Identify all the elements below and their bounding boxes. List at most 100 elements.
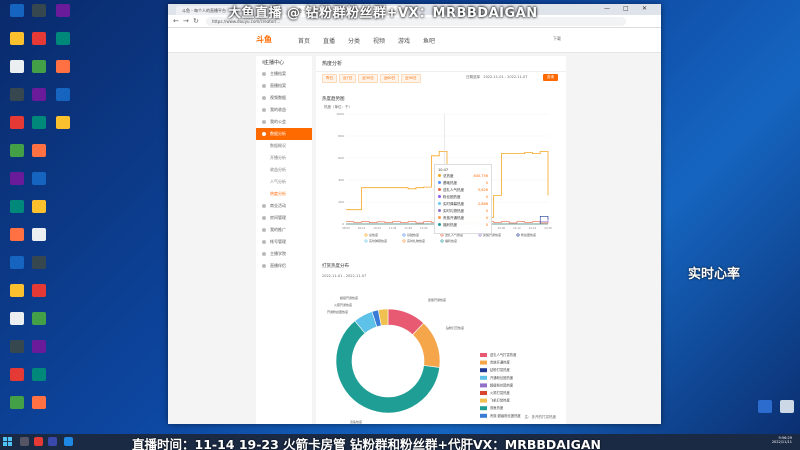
pie-legend-swatch — [480, 391, 487, 395]
app-icon — [10, 32, 24, 45]
search-icon[interactable] — [20, 437, 29, 446]
forward-icon[interactable]: → — [183, 17, 189, 25]
app-icon — [32, 172, 46, 185]
sidebar-item[interactable]: 我的推广 — [256, 224, 312, 236]
browser-taskbar-icon[interactable] — [64, 437, 73, 446]
browser-window: 斗鱼 - 每个人的直播平台 斗鱼 - — □ ✕ ← → ↻ https://w… — [168, 4, 661, 424]
nav-video[interactable]: 视频 — [373, 36, 398, 45]
desktop-shortcut[interactable] — [50, 4, 76, 26]
desktop-shortcut[interactable] — [50, 60, 76, 82]
desktop-icon-recycle[interactable] — [774, 400, 800, 422]
nav-fishbar[interactable]: 鱼吧 — [423, 36, 448, 45]
desktop-shortcut[interactable] — [26, 32, 52, 54]
desktop-shortcut[interactable] — [50, 32, 76, 54]
heat-pie-chart[interactable]: 贵族开通热度钻粉打赏热度超级开通热度火箭开通热度开通粉丝团热度双鱼热度送礼人气打… — [316, 56, 566, 424]
desktop-shortcut[interactable] — [26, 200, 52, 222]
app-icon — [10, 200, 24, 213]
download-link[interactable]: 下载 — [553, 36, 561, 42]
back-icon[interactable]: ← — [173, 17, 179, 25]
app-icon — [32, 284, 46, 297]
app-icon — [10, 340, 24, 353]
site-nav: 首页 直播 分类 视频 游戏 鱼吧 — [298, 36, 448, 45]
sidebar-item[interactable]: 数据概况 — [256, 140, 312, 152]
desktop-shortcut[interactable] — [26, 284, 52, 306]
sidebar-item[interactable]: 我的公会 — [256, 116, 312, 128]
desktop-shortcut[interactable] — [26, 4, 52, 26]
pie-legend-swatch — [480, 353, 487, 357]
app-icon — [56, 4, 70, 17]
sidebar-item[interactable]: 我的收益 — [256, 104, 312, 116]
pie-outer-label: 开通粉丝团热度 — [327, 309, 348, 314]
desktop-shortcut[interactable] — [26, 312, 52, 334]
sidebar-item[interactable]: 主播档案 — [256, 68, 312, 80]
app-icon — [10, 144, 24, 157]
app-icon — [56, 88, 70, 101]
site-topnav: 斗鱼 首页 直播 分类 视频 游戏 鱼吧 下载 — [168, 28, 661, 53]
close-icon[interactable]: ✕ — [642, 5, 647, 12]
pie-outer-label: 双鱼热度 — [350, 419, 362, 424]
desktop-shortcut[interactable] — [26, 228, 52, 250]
minimize-icon[interactable]: — — [604, 5, 610, 12]
pie-outer-label: 火箭开通热度 — [334, 302, 352, 307]
pie-legend-label: 超级粉丝团热度 — [490, 382, 514, 387]
app-icon — [10, 60, 24, 73]
app-icon — [32, 228, 46, 241]
reload-icon[interactable]: ↻ — [193, 17, 199, 25]
sidebar-item[interactable]: 直播档案 — [256, 80, 312, 92]
desktop-shortcut[interactable] — [26, 88, 52, 110]
sidebar-item[interactable]: 房间管理 — [256, 212, 312, 224]
app-icon — [32, 116, 46, 129]
sidebar-item[interactable]: 商业活动 — [256, 200, 312, 212]
app-icon — [32, 32, 46, 45]
sidebar-item[interactable]: 主播学院 — [256, 248, 312, 260]
sidebar-item[interactable]: 直播伴侣 — [256, 260, 312, 272]
taskbar-app-icon[interactable] — [34, 437, 43, 446]
desktop-shortcut[interactable] — [26, 340, 52, 362]
douyu-page: 斗鱼 首页 直播 分类 视频 游戏 鱼吧 下载 主播中心 主播档案 直播档案 视频数… — [168, 28, 661, 424]
desktop-shortcut[interactable] — [26, 144, 52, 166]
app-icon — [32, 256, 46, 269]
stream-overlay-bottom: 直播时间：11-14 19-23 火箭卡房管 钻粉群和粉丝群+代肝VX：MRBB… — [132, 437, 602, 450]
nav-live[interactable]: 直播 — [323, 36, 348, 45]
sidebar-item[interactable]: 视频数据 — [256, 92, 312, 104]
desktop-shortcut[interactable] — [50, 116, 76, 138]
sidebar-item[interactable]: 收益分析 — [256, 164, 312, 176]
app-icon — [10, 284, 24, 297]
desktop-shortcut[interactable] — [26, 368, 52, 390]
desktop-shortcut[interactable] — [26, 396, 52, 418]
app-icon — [10, 368, 24, 381]
desktop-shortcut[interactable] — [26, 116, 52, 138]
windows-start-icon[interactable] — [3, 437, 12, 446]
pie-legend-label: 双鱼热度 — [490, 405, 504, 410]
pie-legend-label: 飞机打赏热度 — [490, 398, 510, 403]
douyu-logo[interactable]: 斗鱼 — [256, 34, 272, 45]
app-icon — [32, 60, 46, 73]
nav-home[interactable]: 首页 — [298, 36, 323, 45]
system-tray-clock[interactable]: 9:56:29 2022/11/11 — [772, 436, 792, 444]
taskbar-app-icon[interactable] — [48, 437, 57, 446]
pie-outer-label: 超级开通热度 — [340, 295, 358, 300]
maximize-icon[interactable]: □ — [623, 5, 629, 12]
sidebar-item[interactable]: 帐号管理 — [256, 236, 312, 248]
pie-legend-label: 贵族·超级粉丝团热度 — [490, 413, 521, 418]
footnote: 注：多开的打赏热度 — [524, 415, 557, 419]
app-icon — [32, 144, 46, 157]
desktop-shortcut[interactable] — [26, 172, 52, 194]
sidebar-item[interactable]: 数据分析 — [256, 128, 312, 140]
nav-category[interactable]: 分类 — [348, 36, 373, 45]
app-icon — [10, 396, 24, 409]
pie-legend-label: 火箭打赏热度 — [490, 390, 510, 395]
sidebar-item[interactable]: 开播分析 — [256, 152, 312, 164]
stream-overlay-heart-rate: 实时心率 — [688, 267, 741, 282]
desktop-shortcut[interactable] — [50, 88, 76, 110]
desktop-shortcut[interactable] — [26, 60, 52, 82]
pie-legend-label: 贵族开通热度 — [490, 360, 510, 365]
creator-sidebar: 主播中心 主播档案 直播档案 视频数据 我的收益 我的公会 数据分析 数据概况 开播分析 收益分… — [256, 56, 312, 424]
sidebar-item[interactable]: 人气分析 — [256, 176, 312, 188]
pie-outer-label: 贵族开通热度 — [428, 297, 446, 302]
sidebar-item[interactable]: 热度分析 — [256, 188, 312, 200]
pie-outer-label: 钻粉打赏热度 — [446, 325, 464, 330]
nav-game[interactable]: 游戏 — [398, 36, 423, 45]
pie-legend-swatch — [480, 368, 487, 373]
desktop-shortcut[interactable] — [26, 256, 52, 278]
